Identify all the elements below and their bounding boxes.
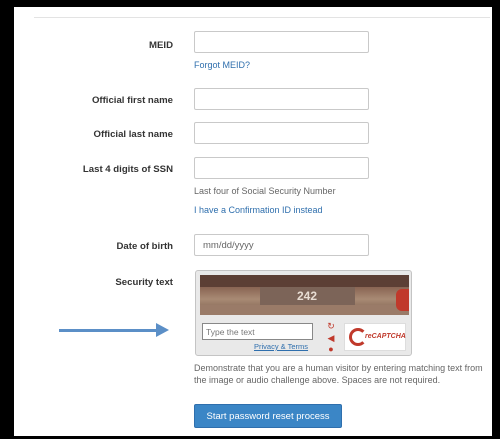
last-name-input[interactable]: [194, 122, 369, 144]
screenshot-border-left: [0, 0, 14, 439]
captcha-controls: ↻ ◀ ●: [324, 321, 338, 354]
captcha-description: Demonstrate that you are a human visitor…: [194, 363, 483, 385]
meid-input[interactable]: [194, 31, 369, 53]
security-text-label: Security text: [115, 277, 173, 288]
refresh-icon[interactable]: ↻: [327, 321, 335, 331]
meid-label: MEID: [149, 40, 173, 51]
first-name-label: Official first name: [91, 95, 173, 106]
forgot-meid-link[interactable]: Forgot MEID?: [194, 60, 250, 70]
start-reset-button[interactable]: Start password reset process: [194, 404, 342, 428]
ssn-input[interactable]: [194, 157, 369, 179]
ssn-label: Last 4 digits of SSN: [82, 164, 173, 175]
recaptcha-logo-icon: reCAPTCHA: [344, 323, 406, 351]
last-name-label: Official last name: [93, 129, 173, 140]
audio-icon[interactable]: ◀: [328, 333, 335, 343]
captcha-image: 242: [200, 275, 409, 315]
first-name-input[interactable]: [194, 88, 369, 110]
privacy-terms-link[interactable]: Privacy & Terms: [254, 342, 308, 351]
pointer-arrow: [59, 329, 157, 332]
dob-label: Date of birth: [116, 241, 174, 252]
ssn-help-text: Last four of Social Security Number: [194, 186, 336, 196]
screenshot-border-top: [0, 0, 500, 7]
arrow-head-icon: [156, 323, 169, 337]
confirmation-id-link[interactable]: I have a Confirmation ID instead: [194, 205, 323, 215]
help-icon[interactable]: ●: [328, 344, 333, 354]
dob-input[interactable]: [194, 234, 369, 256]
captcha-input[interactable]: [202, 323, 313, 340]
captcha-image-text: 242: [297, 289, 318, 303]
divider: [34, 17, 490, 18]
captcha-widget: 242 Privacy & Terms ↻ ◀ ● reCAPTCHA: [195, 270, 412, 356]
